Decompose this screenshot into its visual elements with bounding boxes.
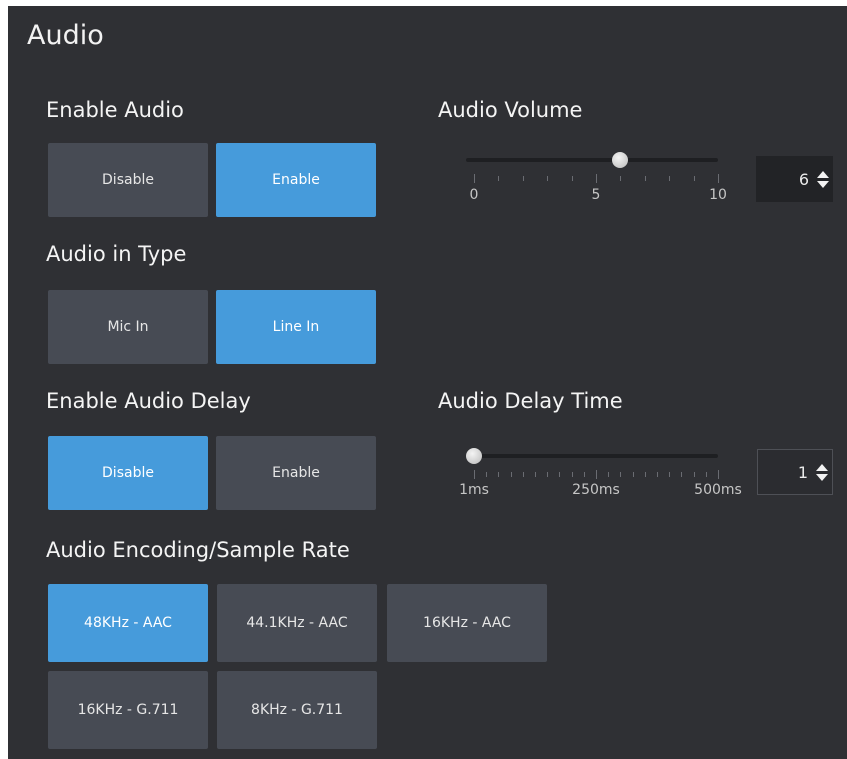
enable-audio-label: Enable Audio	[46, 98, 184, 122]
slider-tick	[596, 174, 597, 183]
slider-tick	[718, 174, 719, 183]
slider-tick	[547, 176, 549, 181]
arrow-up-icon[interactable]	[817, 170, 829, 178]
audio-volume-spinner[interactable]: 6	[756, 156, 833, 202]
audio-encoding-label: Audio Encoding/Sample Rate	[46, 538, 350, 562]
slider-tick	[571, 176, 573, 181]
arrow-down-icon[interactable]	[816, 473, 828, 481]
slider-tick	[657, 472, 658, 477]
audio-delay-enable-button[interactable]: Enable	[216, 436, 376, 510]
slider-tick	[632, 472, 634, 477]
slider-tick	[583, 472, 585, 477]
slider-tick	[498, 176, 500, 181]
audio-delay-time-spinner[interactable]: 1	[757, 449, 833, 495]
slider-tick	[486, 472, 488, 477]
slider-tick	[718, 470, 719, 479]
slider-tick	[596, 470, 597, 479]
slider-tick	[669, 472, 671, 477]
slider-tick	[693, 472, 695, 477]
audio-volume-value[interactable]: 6	[799, 170, 809, 189]
audio-delay-time-slider[interactable]: 1ms 250ms 500ms	[459, 448, 742, 500]
mic-in-button[interactable]: Mic In	[48, 290, 208, 364]
audio-delay-time-tick-min: 1ms	[459, 482, 489, 498]
audio-panel: Audio Enable Audio Disable Enable Audio …	[8, 6, 847, 759]
audio-delay-time-label: Audio Delay Time	[438, 389, 623, 413]
slider-tick	[681, 472, 683, 477]
slider-tick	[693, 176, 695, 181]
slider-tick	[620, 472, 622, 477]
enable-audio-enable-button[interactable]: Enable	[216, 143, 376, 217]
slider-tick	[474, 470, 475, 479]
encoding-16khz-aac-button[interactable]: 16KHz - AAC	[387, 584, 547, 662]
audio-volume-thumb[interactable]	[612, 152, 629, 168]
audio-volume-track[interactable]	[466, 158, 718, 162]
encoding-8khz-g711-button[interactable]: 8KHz - G.711	[217, 671, 377, 749]
audio-delay-time-thumb[interactable]	[466, 448, 482, 464]
arrow-up-icon[interactable]	[816, 463, 828, 471]
audio-delay-time-tick-max: 500ms	[694, 482, 742, 498]
slider-tick	[705, 472, 707, 477]
audio-delay-disable-button[interactable]: Disable	[48, 436, 208, 510]
audio-volume-tick-mid: 5	[591, 187, 601, 203]
encoding-44-1khz-aac-button[interactable]: 44.1KHz - AAC	[217, 584, 377, 662]
slider-tick	[510, 472, 512, 477]
slider-tick	[522, 472, 524, 477]
encoding-16khz-g711-button[interactable]: 16KHz - G.711	[48, 671, 208, 749]
audio-delay-time-track[interactable]	[466, 454, 718, 458]
slider-tick	[608, 472, 610, 477]
slider-tick	[498, 472, 500, 477]
line-in-button[interactable]: Line In	[216, 290, 376, 364]
page-title: Audio	[27, 20, 104, 51]
audio-volume-label: Audio Volume	[438, 98, 583, 122]
enable-audio-disable-button[interactable]: Disable	[48, 143, 208, 217]
audio-delay-time-tick-mid: 250ms	[572, 482, 620, 498]
slider-tick	[644, 176, 646, 181]
encoding-48khz-aac-button[interactable]: 48KHz - AAC	[48, 584, 208, 662]
audio-in-type-label: Audio in Type	[46, 242, 187, 266]
slider-tick	[620, 176, 622, 181]
enable-audio-delay-label: Enable Audio Delay	[46, 389, 251, 413]
slider-tick	[644, 472, 646, 477]
audio-volume-tick-max: 10	[709, 187, 727, 203]
slider-tick	[547, 472, 549, 477]
arrow-down-icon[interactable]	[817, 180, 829, 188]
slider-tick	[669, 176, 671, 181]
audio-volume-slider[interactable]: 0 5 10	[466, 152, 727, 204]
slider-tick	[474, 174, 475, 183]
slider-tick	[571, 472, 573, 477]
audio-volume-tick-min: 0	[469, 187, 479, 203]
slider-tick	[522, 176, 524, 181]
slider-tick	[535, 472, 536, 477]
slider-tick	[559, 472, 561, 477]
audio-delay-time-value[interactable]: 1	[798, 463, 808, 482]
